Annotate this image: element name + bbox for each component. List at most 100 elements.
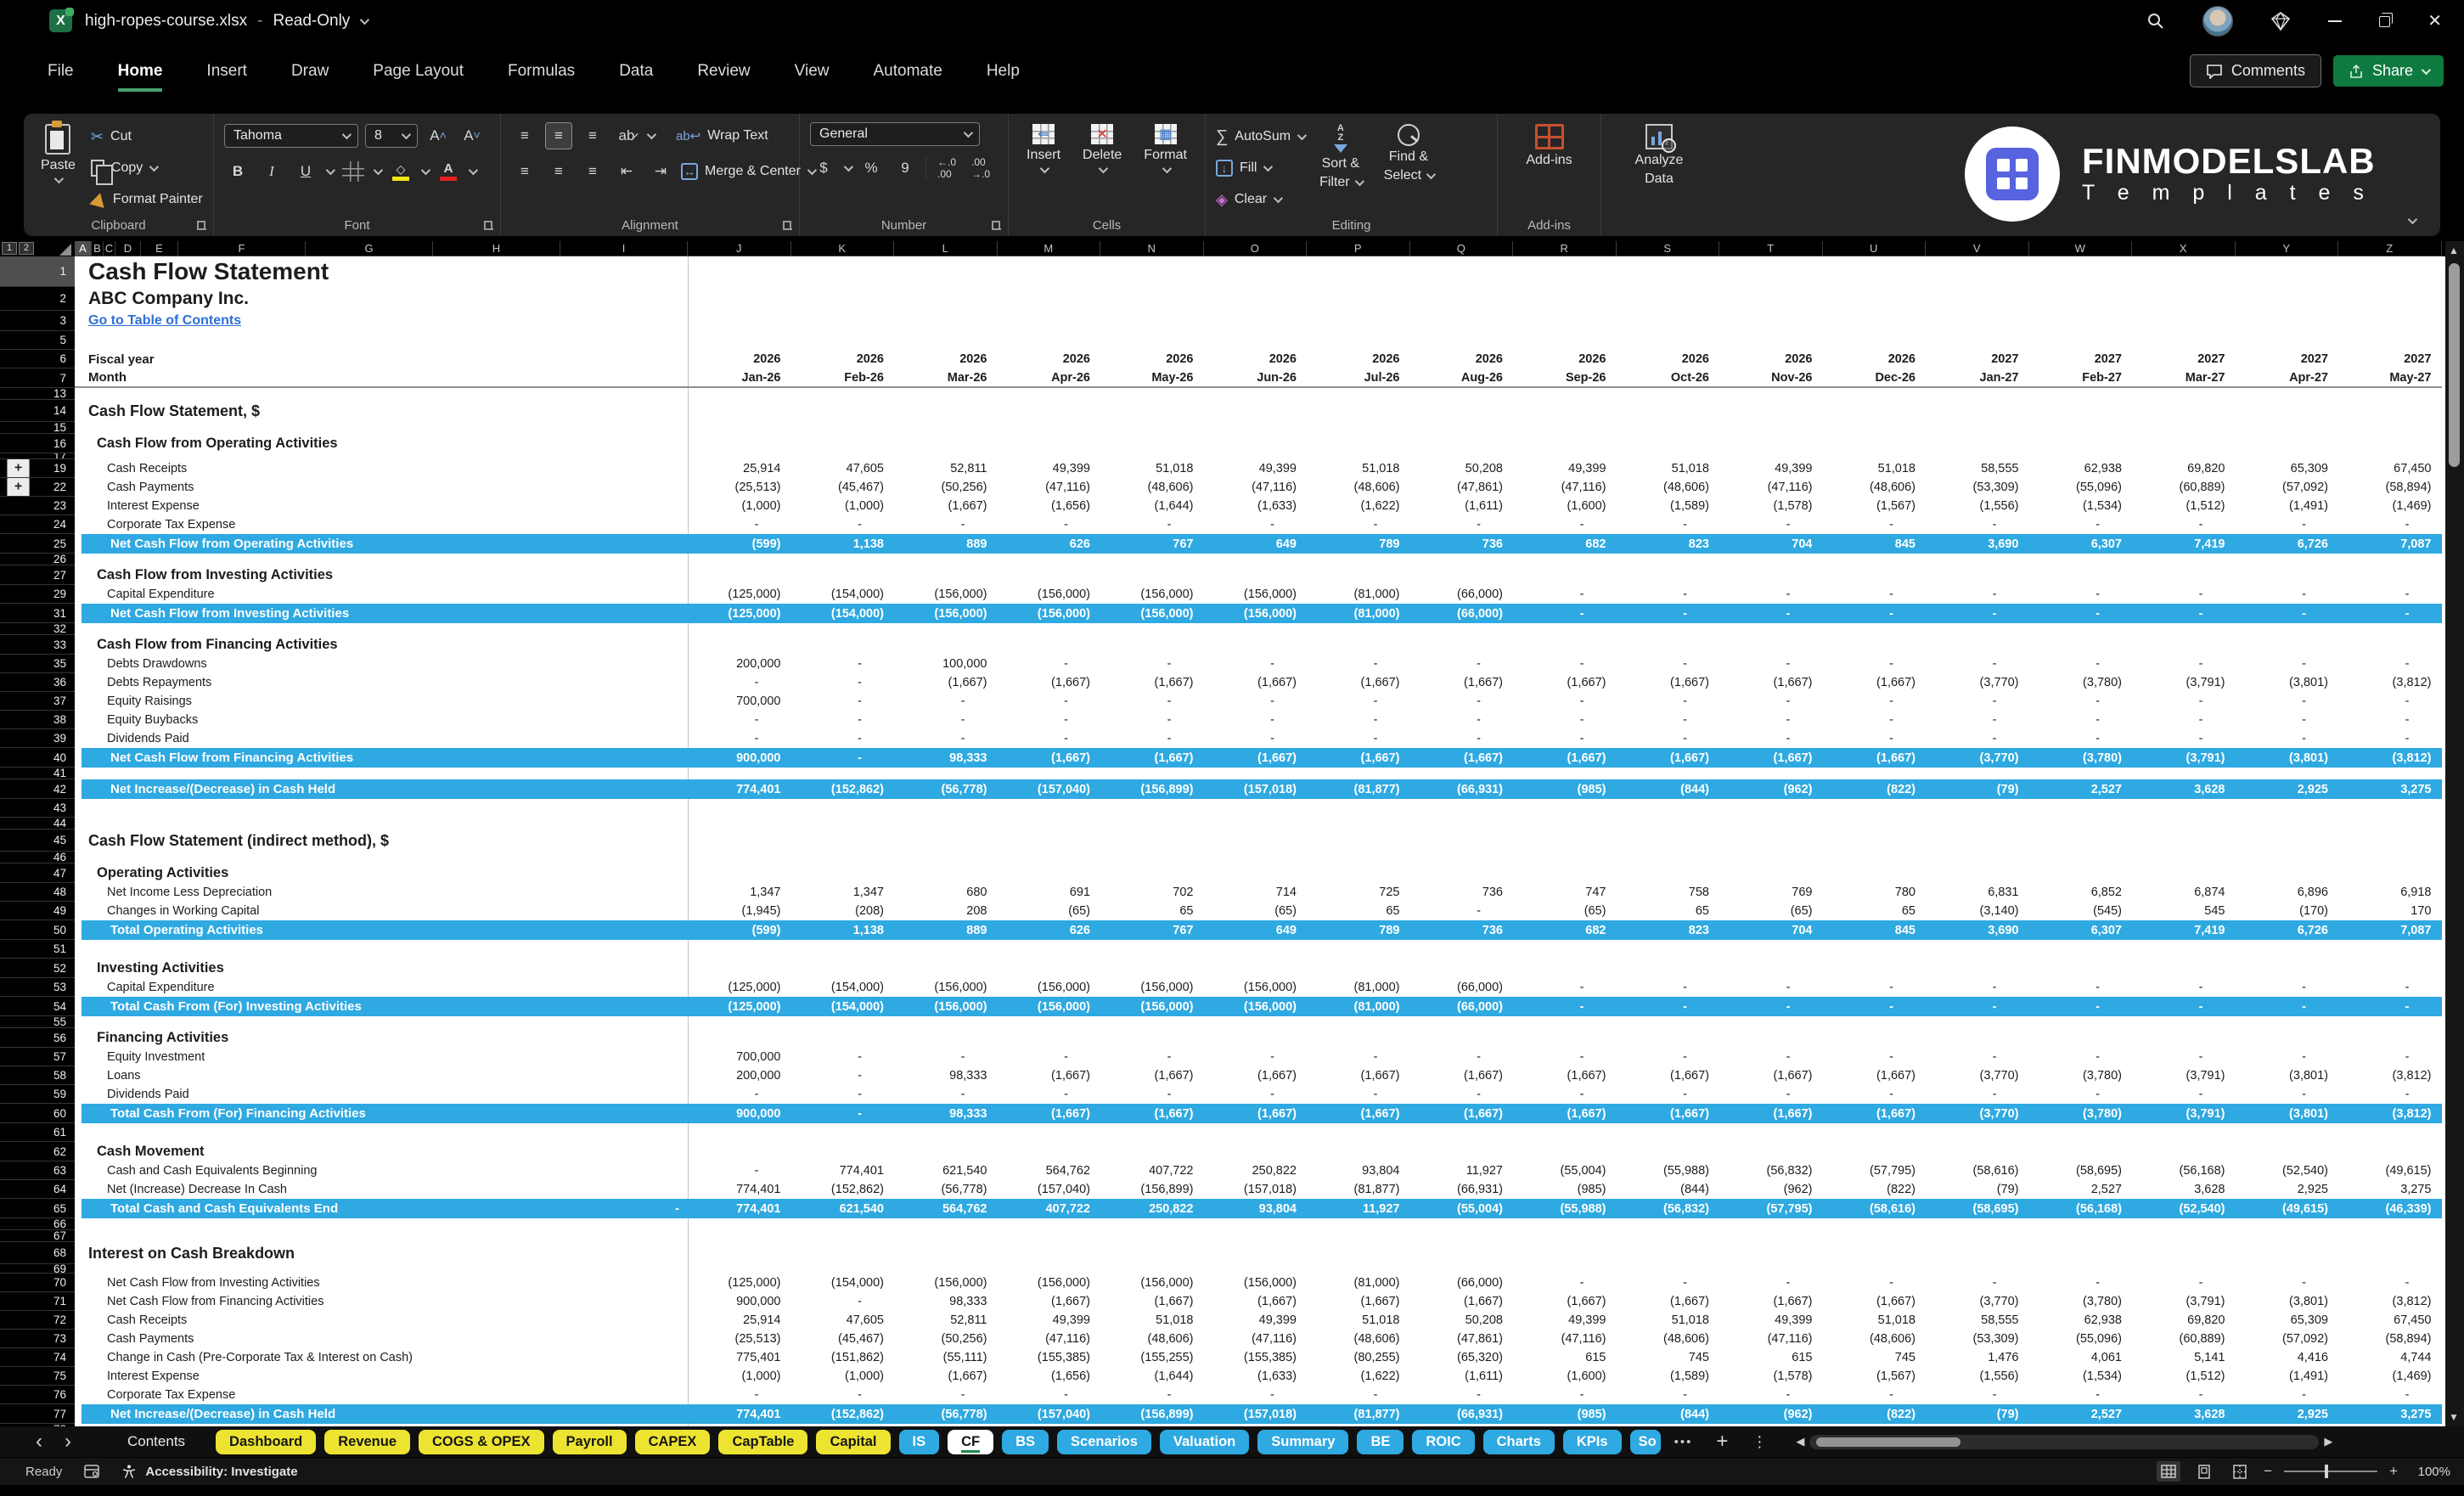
row-label-cell[interactable]: Cash Flow Statement, $ (75, 400, 2442, 422)
row-label-cell[interactable]: Corporate Tax Expense (75, 515, 688, 534)
cell[interactable]: 250,822 (1100, 1199, 1204, 1218)
row-header[interactable]: 54 (0, 997, 75, 1016)
row-header[interactable]: 75 (0, 1367, 75, 1386)
cell[interactable]: - (998, 692, 1101, 711)
cell[interactable]: 4,744 (2338, 1348, 2442, 1367)
cell[interactable]: 6,831 (1926, 883, 2029, 902)
zoom-out-button[interactable]: − (2264, 1463, 2272, 1480)
cell[interactable]: (822) (1823, 1180, 1927, 1199)
column-header[interactable]: O (1204, 241, 1308, 256)
row-label-cell[interactable]: Net Cash Flow from Investing Activities (75, 1274, 688, 1292)
cell[interactable]: 845 (1823, 920, 1927, 940)
cell[interactable]: 7,419 (2132, 534, 2236, 554)
cell[interactable]: - (1926, 997, 2029, 1016)
row-label-cell[interactable]: Cash Flow from Investing Activities (75, 565, 2442, 585)
cell[interactable]: (822) (1823, 779, 1927, 799)
number-dialog-launcher[interactable] (992, 221, 1001, 230)
cell[interactable]: (3,140) (1926, 902, 2029, 920)
cell[interactable]: - (894, 1085, 998, 1104)
row-header[interactable]: 25 (0, 534, 75, 554)
accessibility-icon[interactable] (121, 1464, 137, 1479)
row-header[interactable]: 19+ (0, 459, 75, 478)
row-label-cell[interactable] (75, 1123, 688, 1142)
cell[interactable]: - (2132, 729, 2236, 748)
cell[interactable]: 789 (1307, 920, 1410, 940)
cell[interactable]: 767 (1100, 920, 1204, 940)
cell[interactable]: - (1926, 1048, 2029, 1066)
cell[interactable]: 769 (1719, 883, 1823, 902)
cell[interactable]: - (2029, 729, 2133, 748)
row-header[interactable]: 13 (0, 388, 75, 400)
cell[interactable]: - (1719, 711, 1823, 729)
cell[interactable]: (49,615) (2236, 1199, 2339, 1218)
zoom-slider-thumb[interactable] (2325, 1465, 2328, 1478)
cell[interactable]: 58,555 (1926, 459, 2029, 478)
row-label-cell[interactable]: Month (75, 368, 688, 388)
cell[interactable]: (66,000) (1410, 1274, 1514, 1292)
cell[interactable]: - (1926, 1274, 2029, 1292)
cell[interactable]: 47,605 (791, 1311, 895, 1330)
row-header[interactable]: 35 (0, 655, 75, 673)
cell[interactable]: (1,469) (2338, 497, 2442, 515)
row-label-cell[interactable]: Investing Activities (75, 959, 2442, 978)
cell[interactable]: 3,275 (2338, 1404, 2442, 1424)
column-header[interactable]: V (1926, 241, 2029, 256)
cell[interactable]: (1,667) (1513, 1104, 1617, 1123)
cell[interactable]: (155,255) (1100, 1348, 1204, 1367)
row-header[interactable]: 33 (0, 635, 75, 655)
cell[interactable]: - (2236, 604, 2339, 623)
cell[interactable]: (157,040) (998, 1180, 1101, 1199)
cell[interactable]: - (1100, 655, 1204, 673)
diamond-icon[interactable] (2270, 12, 2291, 31)
cell[interactable]: 2026 (688, 350, 791, 368)
cell[interactable]: - (2132, 1085, 2236, 1104)
row-header[interactable]: 71 (0, 1292, 75, 1311)
cell[interactable]: (47,116) (998, 478, 1101, 497)
cell[interactable]: - (1513, 997, 1617, 1016)
cell[interactable]: - (2236, 1048, 2339, 1066)
cell[interactable]: 58,555 (1926, 1311, 2029, 1330)
cell[interactable]: - (2338, 1085, 2442, 1104)
cell[interactable]: - (791, 1292, 895, 1311)
cell[interactable]: - (1719, 1386, 1823, 1404)
cell[interactable]: - (1617, 1386, 1720, 1404)
cell[interactable]: 2,925 (2236, 779, 2339, 799)
column-header[interactable]: T (1719, 241, 1823, 256)
cell[interactable]: (1,667) (1823, 1104, 1927, 1123)
cell[interactable]: (1,667) (894, 497, 998, 515)
cell[interactable]: (1,667) (1719, 1066, 1823, 1085)
cell[interactable]: (3,780) (2029, 673, 2133, 692)
cell[interactable]: (1,667) (1100, 748, 1204, 768)
cell[interactable]: (1,667) (1823, 748, 1927, 768)
cell[interactable]: - (688, 1085, 791, 1104)
cell[interactable]: - (1410, 1085, 1514, 1104)
cell[interactable]: 7,087 (2338, 920, 2442, 940)
menu-home[interactable]: Home (118, 62, 163, 92)
cell[interactable]: 2026 (1410, 350, 1514, 368)
cell[interactable]: (66,931) (1410, 1404, 1514, 1424)
cell[interactable]: May-27 (2338, 368, 2442, 388)
cell[interactable]: (48,606) (1823, 478, 1927, 497)
cell[interactable]: (1,622) (1307, 1367, 1410, 1386)
cell[interactable]: 2,527 (2029, 1180, 2133, 1199)
tabs-scroll-left-icon[interactable]: ‹ (29, 1431, 49, 1452)
cell[interactable]: - (1100, 729, 1204, 748)
row-label-cell[interactable]: Total Cash and Cash Equivalents End- (82, 1199, 688, 1218)
cell[interactable]: - (1719, 978, 1823, 997)
column-header[interactable]: M (998, 241, 1101, 256)
cell[interactable]: (79) (1926, 1404, 2029, 1424)
row-label-cell[interactable]: Equity Investment (75, 1048, 688, 1066)
font-size-select[interactable]: 8 (365, 124, 418, 148)
cell[interactable]: 621,540 (894, 1161, 998, 1180)
cell[interactable]: 11,927 (1307, 1199, 1410, 1218)
cell[interactable]: (1,667) (1100, 673, 1204, 692)
row-label-cell[interactable]: Capital Expenditure (75, 585, 688, 604)
row-header[interactable]: 47 (0, 863, 75, 883)
cell[interactable]: - (1513, 692, 1617, 711)
cell[interactable]: (599) (688, 534, 791, 554)
cell[interactable]: 208 (894, 902, 998, 920)
row-label-cell[interactable] (75, 1230, 688, 1242)
cell[interactable]: 50,208 (1410, 459, 1514, 478)
cell[interactable]: 736 (1410, 534, 1514, 554)
cell[interactable]: Sep-26 (1513, 368, 1617, 388)
